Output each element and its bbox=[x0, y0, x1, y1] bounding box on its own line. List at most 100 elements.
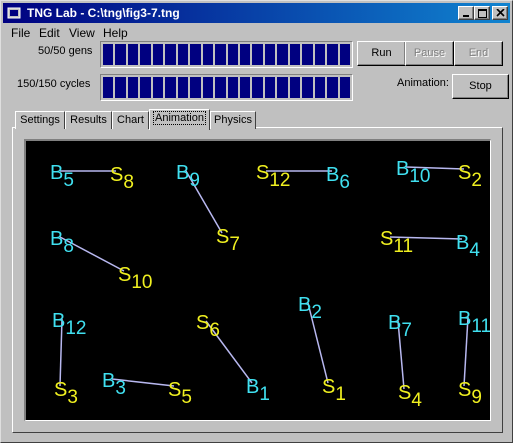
minimize-icon bbox=[463, 15, 469, 17]
seller-s8: S8 bbox=[110, 164, 134, 193]
buyer-b8: B8 bbox=[50, 228, 74, 257]
menu-edit[interactable]: Edit bbox=[39, 26, 60, 40]
buyer-b9: B9 bbox=[176, 162, 200, 191]
end-button[interactable]: End bbox=[454, 41, 503, 66]
buyer-b5: B5 bbox=[50, 162, 74, 191]
seller-s6: S6 bbox=[196, 312, 220, 341]
progress-segment bbox=[140, 44, 151, 65]
title-bar[interactable]: TNG Lab - C:\tng\fig3-7.tng bbox=[3, 3, 510, 23]
progress-segment bbox=[152, 77, 164, 98]
progress-segment bbox=[252, 44, 263, 65]
pause-button[interactable]: Pause bbox=[405, 41, 454, 66]
seller-s4: S4 bbox=[398, 382, 422, 411]
seller-s5: S5 bbox=[168, 379, 192, 408]
progress-segment bbox=[264, 44, 276, 65]
maximize-icon bbox=[478, 9, 487, 18]
progress-segment bbox=[239, 44, 251, 65]
seller-s12: S12 bbox=[256, 162, 290, 191]
minimize-button[interactable] bbox=[458, 6, 474, 20]
progress-segment bbox=[103, 77, 114, 98]
tab-physics[interactable]: Physics bbox=[210, 111, 256, 129]
progress-segment bbox=[190, 77, 201, 98]
buyer-b4: B4 bbox=[456, 232, 480, 261]
progress-segment bbox=[227, 44, 238, 65]
app-window: TNG Lab - C:\tng\fig3-7.tng File Edit Vi… bbox=[0, 0, 513, 443]
progress-segment bbox=[140, 77, 151, 98]
menu-bar: File Edit View Help bbox=[3, 24, 510, 42]
tab-animation-label: Animation bbox=[153, 111, 206, 125]
gens-progress-bar bbox=[100, 41, 353, 68]
gens-progress-fill bbox=[103, 44, 351, 65]
progress-segment bbox=[115, 77, 126, 98]
progress-segment bbox=[252, 77, 263, 98]
cycles-progress-bar bbox=[100, 74, 353, 101]
animation-svg: B5 S8 B9 S7 S12 B6 B10 S2 B8 S10 S11 B4 B12 S3 S6 B1 B2 S… bbox=[50, 158, 490, 411]
tab-animation[interactable]: Animation bbox=[149, 109, 210, 130]
buyer-b11: B11 bbox=[458, 308, 490, 337]
cycles-progress-fill bbox=[103, 77, 351, 98]
progress-segment bbox=[152, 44, 164, 65]
progress-segment bbox=[314, 44, 326, 65]
stop-button[interactable]: Stop bbox=[452, 74, 509, 99]
progress-segment bbox=[289, 44, 301, 65]
menu-file[interactable]: File bbox=[11, 26, 30, 40]
seller-s7: S7 bbox=[216, 226, 240, 255]
buyer-b6: B6 bbox=[326, 164, 350, 193]
buyer-b10: B10 bbox=[396, 158, 430, 187]
app-icon bbox=[7, 7, 21, 19]
cycles-label: 150/150 cycles bbox=[17, 78, 91, 90]
agent-labels: B5 S8 B9 S7 S12 B6 B10 S2 B8 S10 S11 B4 B12 S3 S6 B1 B2 S… bbox=[50, 158, 490, 411]
buyer-b12: B12 bbox=[52, 310, 86, 339]
tab-chart[interactable]: Chart bbox=[112, 111, 149, 129]
progress-segment bbox=[239, 77, 251, 98]
progress-segment bbox=[202, 77, 214, 98]
buyer-b1: B1 bbox=[246, 376, 270, 405]
tab-results-label: Results bbox=[70, 114, 107, 126]
menu-view[interactable]: View bbox=[69, 26, 95, 40]
seller-s1: S1 bbox=[322, 376, 346, 405]
maximize-button[interactable] bbox=[474, 6, 490, 20]
progress-segment bbox=[165, 77, 176, 98]
progress-segment bbox=[327, 44, 338, 65]
tab-physics-label: Physics bbox=[214, 114, 252, 126]
seller-s11: S11 bbox=[380, 228, 413, 257]
seller-s3: S3 bbox=[54, 379, 78, 408]
run-button[interactable]: Run bbox=[357, 41, 406, 66]
progress-segment bbox=[302, 44, 313, 65]
progress-segment bbox=[215, 77, 226, 98]
buyer-b3: B3 bbox=[102, 370, 126, 399]
tab-settings[interactable]: Settings bbox=[15, 111, 65, 129]
close-button[interactable] bbox=[492, 6, 508, 20]
progress-segment bbox=[190, 44, 201, 65]
progress-segment bbox=[177, 44, 189, 65]
tab-chart-label: Chart bbox=[117, 114, 144, 126]
progress-segment bbox=[314, 77, 326, 98]
progress-segment bbox=[339, 77, 351, 98]
progress-segment bbox=[327, 77, 338, 98]
close-icon bbox=[496, 9, 505, 17]
progress-segment bbox=[127, 77, 139, 98]
progress-segment bbox=[165, 44, 176, 65]
progress-segment bbox=[302, 77, 313, 98]
progress-segment bbox=[103, 44, 114, 65]
progress-segment bbox=[277, 77, 288, 98]
buyer-b2: B2 bbox=[298, 294, 322, 323]
menu-help[interactable]: Help bbox=[103, 26, 128, 40]
progress-segment bbox=[202, 44, 214, 65]
tab-results[interactable]: Results bbox=[65, 111, 112, 129]
progress-segment bbox=[215, 44, 226, 65]
seller-s2: S2 bbox=[458, 162, 482, 191]
seller-s9: S9 bbox=[458, 379, 482, 408]
progress-segment bbox=[127, 44, 139, 65]
progress-segment bbox=[277, 44, 288, 65]
progress-segment bbox=[264, 77, 276, 98]
progress-segment bbox=[177, 77, 189, 98]
progress-segment bbox=[339, 44, 351, 65]
seller-s10: S10 bbox=[118, 264, 152, 293]
gens-label: 50/50 gens bbox=[38, 45, 93, 57]
animation-canvas[interactable]: B5 S8 B9 S7 S12 B6 B10 S2 B8 S10 S11 B4 B12 S3 S6 B1 B2 S… bbox=[24, 139, 491, 421]
progress-segment bbox=[289, 77, 301, 98]
window-title: TNG Lab - C:\tng\fig3-7.tng bbox=[27, 6, 180, 20]
progress-segment bbox=[115, 44, 126, 65]
progress-segment bbox=[227, 77, 238, 98]
